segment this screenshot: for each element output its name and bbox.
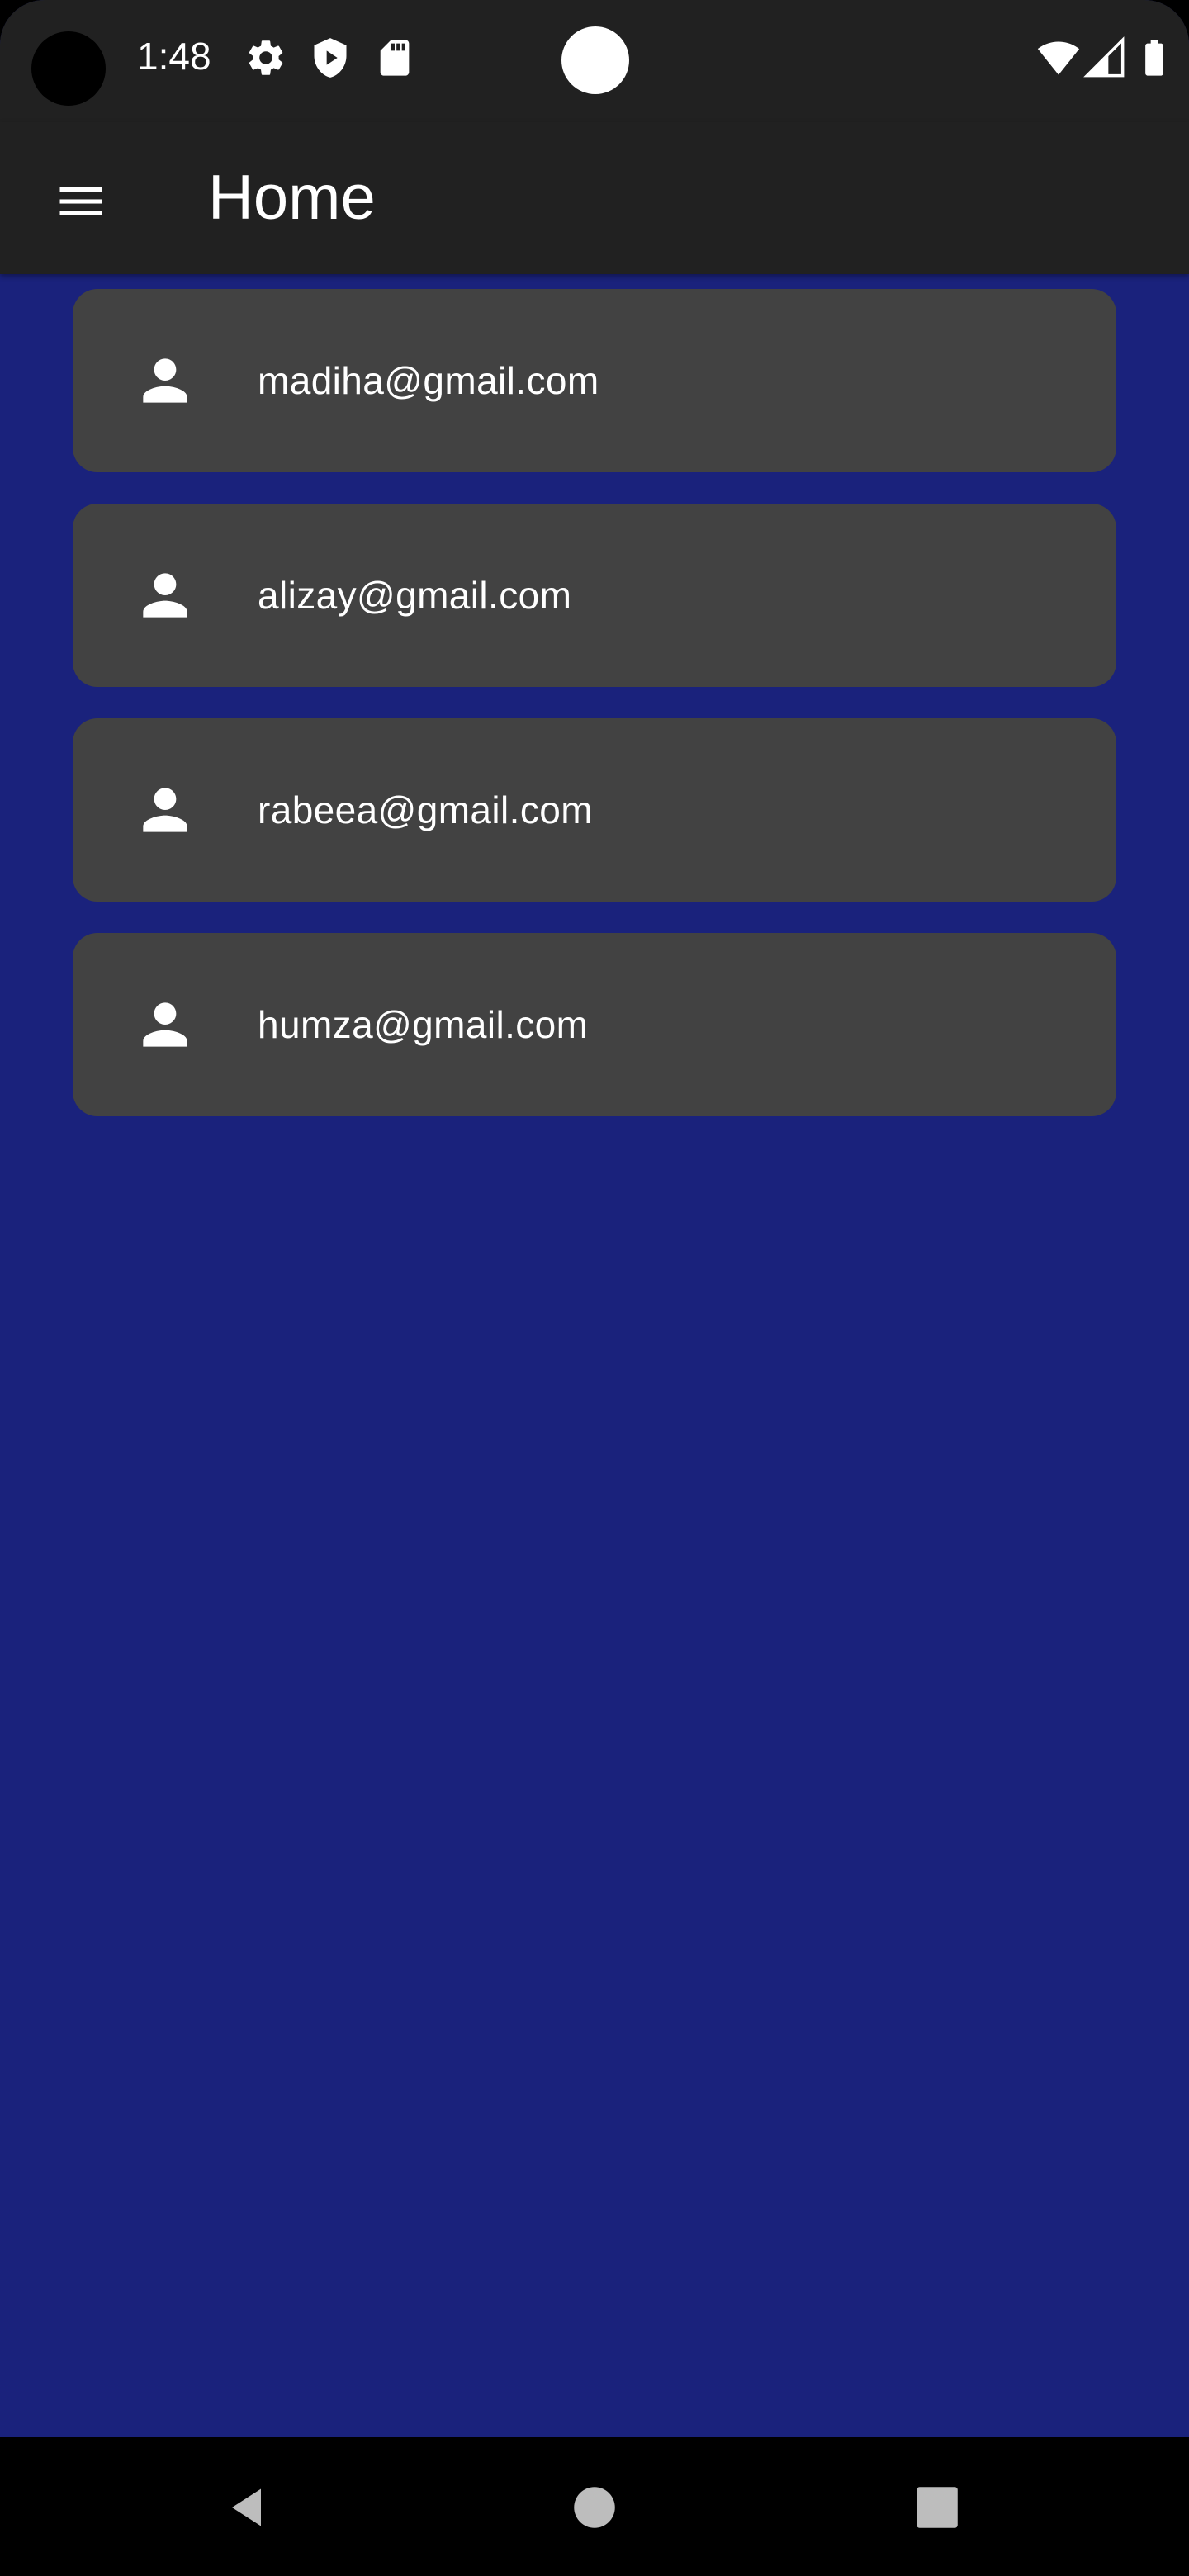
recents-button[interactable] bbox=[900, 2470, 974, 2545]
settings-icon bbox=[244, 36, 287, 79]
person-icon bbox=[132, 348, 198, 414]
back-button[interactable] bbox=[211, 2470, 286, 2545]
battery-icon bbox=[1133, 36, 1176, 79]
user-email: madiha@gmail.com bbox=[258, 359, 599, 402]
wifi-icon bbox=[1037, 36, 1080, 79]
user-email: humza@gmail.com bbox=[258, 1003, 589, 1046]
screen-record-indicator bbox=[561, 26, 629, 94]
menu-icon bbox=[59, 187, 102, 215]
sd-card-icon bbox=[373, 36, 416, 79]
camera-cutout bbox=[31, 31, 106, 106]
user-list: madiha@gmail.com alizay@gmail.com rabeea… bbox=[73, 289, 1116, 1148]
home-button[interactable] bbox=[557, 2470, 632, 2545]
list-item[interactable]: rabeea@gmail.com bbox=[73, 718, 1116, 902]
signal-icon bbox=[1083, 36, 1126, 79]
list-item[interactable]: alizay@gmail.com bbox=[73, 504, 1116, 687]
person-icon bbox=[132, 992, 198, 1058]
screen: 1:48 Home madiha@gmail.com alizay@gmail.… bbox=[0, 0, 1189, 2576]
page-title: Home bbox=[208, 163, 376, 233]
person-icon bbox=[132, 562, 198, 628]
recents-icon bbox=[917, 2487, 958, 2528]
home-icon bbox=[574, 2487, 615, 2528]
status-time: 1:48 bbox=[137, 35, 211, 78]
back-icon bbox=[232, 2488, 261, 2526]
user-email: alizay@gmail.com bbox=[258, 574, 572, 617]
menu-button[interactable] bbox=[41, 162, 121, 241]
status-bar: 1:48 bbox=[0, 0, 1189, 122]
list-item[interactable]: madiha@gmail.com bbox=[73, 289, 1116, 472]
app-bar: Home bbox=[0, 122, 1189, 274]
shield-play-icon bbox=[309, 36, 352, 79]
list-item[interactable]: humza@gmail.com bbox=[73, 933, 1116, 1116]
person-icon bbox=[132, 777, 198, 843]
user-email: rabeea@gmail.com bbox=[258, 788, 593, 831]
system-nav-bar bbox=[0, 2437, 1189, 2576]
